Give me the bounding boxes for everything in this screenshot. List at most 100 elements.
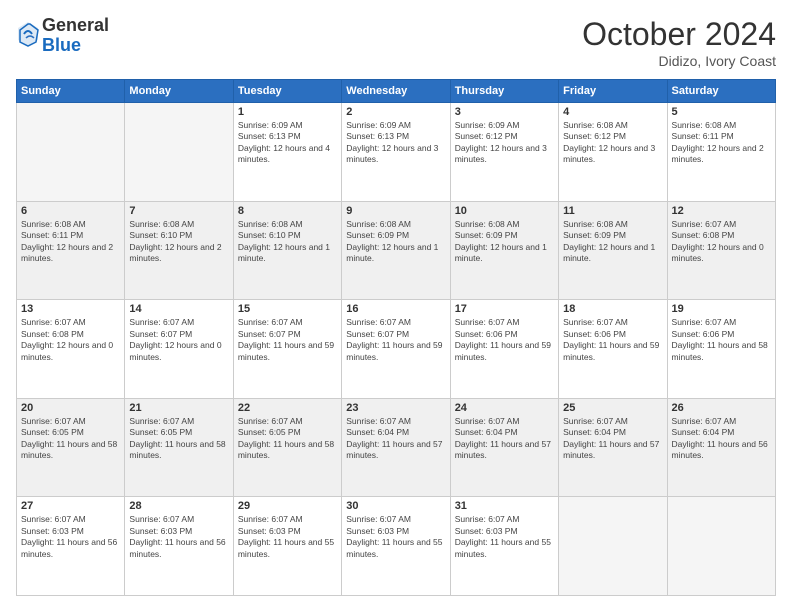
table-row: 31Sunrise: 6:07 AM Sunset: 6:03 PM Dayli… (450, 497, 558, 596)
day-number: 25 (563, 402, 662, 414)
day-detail: Sunrise: 6:08 AM Sunset: 6:12 PM Dayligh… (563, 120, 662, 166)
day-number: 26 (672, 402, 771, 414)
day-detail: Sunrise: 6:07 AM Sunset: 6:06 PM Dayligh… (672, 317, 771, 363)
col-sunday: Sunday (17, 80, 125, 103)
calendar-week-row: 1 Sunrise: 6:09 AM Sunset: 6:13 PM Daylig… (17, 103, 776, 202)
day-number: 16 (346, 303, 445, 315)
day-number: 3 (455, 106, 554, 118)
day-number: 30 (346, 500, 445, 512)
day-number: 20 (21, 402, 120, 414)
day-number: 10 (455, 205, 554, 217)
table-row: 7 Sunrise: 6:08 AM Sunset: 6:10 PM Daylig… (125, 201, 233, 300)
col-saturday: Saturday (667, 80, 775, 103)
day-detail: Sunrise: 6:07 AM Sunset: 6:06 PM Dayligh… (563, 317, 662, 363)
day-detail: Sunrise: 6:07 AM Sunset: 6:05 PM Dayligh… (129, 416, 228, 462)
day-detail: Sunrise: 6:07 AM Sunset: 6:04 PM Dayligh… (563, 416, 662, 462)
page-header: General Blue October 2024 Didizo, Ivory … (16, 16, 776, 69)
table-row: 22 Sunrise: 6:07 AM Sunset: 6:05 PM Dayli… (233, 398, 341, 497)
table-row (125, 103, 233, 202)
day-detail: Sunrise: 6:07 AM Sunset: 6:05 PM Dayligh… (21, 416, 120, 462)
calendar-week-row: 27 Sunrise: 6:07 AM Sunset: 6:03 PM Dayli… (17, 497, 776, 596)
day-number: 31 (455, 500, 554, 512)
day-number: 1 (238, 106, 337, 118)
day-number: 11 (563, 205, 662, 217)
day-number: 2 (346, 106, 445, 118)
calendar-week-row: 20 Sunrise: 6:07 AM Sunset: 6:05 PM Dayli… (17, 398, 776, 497)
day-detail: Sunrise: 6:07 AM Sunset: 6:03 PM Dayligh… (346, 514, 445, 560)
table-row: 21 Sunrise: 6:07 AM Sunset: 6:05 PM Dayli… (125, 398, 233, 497)
day-number: 17 (455, 303, 554, 315)
day-number: 14 (129, 303, 228, 315)
day-detail: Sunrise: 6:07 AM Sunset: 6:05 PM Dayligh… (238, 416, 337, 462)
day-number: 28 (129, 500, 228, 512)
day-number: 29 (238, 500, 337, 512)
table-row: 30 Sunrise: 6:07 AM Sunset: 6:03 PM Dayli… (342, 497, 450, 596)
table-row (17, 103, 125, 202)
day-detail: Sunrise: 6:08 AM Sunset: 6:10 PM Dayligh… (129, 219, 228, 265)
day-detail: Sunrise: 6:08 AM Sunset: 6:09 PM Dayligh… (346, 219, 445, 265)
table-row: 9Sunrise: 6:08 AM Sunset: 6:09 PM Daylig… (342, 201, 450, 300)
day-detail: Sunrise: 6:07 AM Sunset: 6:04 PM Dayligh… (672, 416, 771, 462)
table-row: 12Sunrise: 6:07 AM Sunset: 6:08 PM Dayli… (667, 201, 775, 300)
day-number: 21 (129, 402, 228, 414)
table-row: 26 Sunrise: 6:07 AM Sunset: 6:04 PM Dayli… (667, 398, 775, 497)
calendar-week-row: 6Sunrise: 6:08 AM Sunset: 6:11 PM Daylig… (17, 201, 776, 300)
table-row: 18Sunrise: 6:07 AM Sunset: 6:06 PM Dayli… (559, 300, 667, 399)
day-detail: Sunrise: 6:07 AM Sunset: 6:07 PM Dayligh… (238, 317, 337, 363)
day-detail: Sunrise: 6:08 AM Sunset: 6:10 PM Dayligh… (238, 219, 337, 265)
day-detail: Sunrise: 6:07 AM Sunset: 6:08 PM Dayligh… (21, 317, 120, 363)
location-subtitle: Didizo, Ivory Coast (582, 53, 776, 69)
table-row: 14 Sunrise: 6:07 AM Sunset: 6:07 PM Dayli… (125, 300, 233, 399)
day-detail: Sunrise: 6:07 AM Sunset: 6:03 PM Dayligh… (129, 514, 228, 560)
day-number: 24 (455, 402, 554, 414)
table-row: 5 Sunrise: 6:08 AM Sunset: 6:11 PM Daylig… (667, 103, 775, 202)
day-detail: Sunrise: 6:09 AM Sunset: 6:13 PM Dayligh… (238, 120, 337, 166)
table-row: 28 Sunrise: 6:07 AM Sunset: 6:03 PM Dayli… (125, 497, 233, 596)
table-row: 29 Sunrise: 6:07 AM Sunset: 6:03 PM Dayli… (233, 497, 341, 596)
calendar-table: Sunday Monday Tuesday Wednesday Thursday… (16, 79, 776, 596)
table-row: 6Sunrise: 6:08 AM Sunset: 6:11 PM Daylig… (17, 201, 125, 300)
day-detail: Sunrise: 6:08 AM Sunset: 6:09 PM Dayligh… (455, 219, 554, 265)
table-row: 1 Sunrise: 6:09 AM Sunset: 6:13 PM Daylig… (233, 103, 341, 202)
logo-general-text: General (42, 16, 109, 36)
day-detail: Sunrise: 6:07 AM Sunset: 6:07 PM Dayligh… (129, 317, 228, 363)
day-number: 23 (346, 402, 445, 414)
day-detail: Sunrise: 6:09 AM Sunset: 6:13 PM Dayligh… (346, 120, 445, 166)
table-row: 13Sunrise: 6:07 AM Sunset: 6:08 PM Dayli… (17, 300, 125, 399)
month-title: October 2024 (582, 16, 776, 53)
logo-icon (16, 20, 40, 48)
table-row: 15 Sunrise: 6:07 AM Sunset: 6:07 PM Dayli… (233, 300, 341, 399)
table-row: 20 Sunrise: 6:07 AM Sunset: 6:05 PM Dayli… (17, 398, 125, 497)
table-row: 17 Sunrise: 6:07 AM Sunset: 6:06 PM Dayli… (450, 300, 558, 399)
day-detail: Sunrise: 6:07 AM Sunset: 6:03 PM Dayligh… (238, 514, 337, 560)
table-row (667, 497, 775, 596)
table-row: 4Sunrise: 6:08 AM Sunset: 6:12 PM Daylig… (559, 103, 667, 202)
day-number: 27 (21, 500, 120, 512)
day-detail: Sunrise: 6:08 AM Sunset: 6:11 PM Dayligh… (672, 120, 771, 166)
day-detail: Sunrise: 6:09 AM Sunset: 6:12 PM Dayligh… (455, 120, 554, 166)
day-number: 6 (21, 205, 120, 217)
day-detail: Sunrise: 6:07 AM Sunset: 6:07 PM Dayligh… (346, 317, 445, 363)
day-number: 15 (238, 303, 337, 315)
title-area: October 2024 Didizo, Ivory Coast (582, 16, 776, 69)
col-tuesday: Tuesday (233, 80, 341, 103)
table-row: 2 Sunrise: 6:09 AM Sunset: 6:13 PM Daylig… (342, 103, 450, 202)
table-row: 27 Sunrise: 6:07 AM Sunset: 6:03 PM Dayli… (17, 497, 125, 596)
col-thursday: Thursday (450, 80, 558, 103)
day-detail: Sunrise: 6:08 AM Sunset: 6:09 PM Dayligh… (563, 219, 662, 265)
logo: General Blue (16, 16, 109, 56)
day-number: 5 (672, 106, 771, 118)
day-number: 22 (238, 402, 337, 414)
day-detail: Sunrise: 6:07 AM Sunset: 6:03 PM Dayligh… (21, 514, 120, 560)
table-row: 8Sunrise: 6:08 AM Sunset: 6:10 PM Daylig… (233, 201, 341, 300)
day-detail: Sunrise: 6:07 AM Sunset: 6:06 PM Dayligh… (455, 317, 554, 363)
day-detail: Sunrise: 6:07 AM Sunset: 6:08 PM Dayligh… (672, 219, 771, 265)
table-row: 16 Sunrise: 6:07 AM Sunset: 6:07 PM Dayli… (342, 300, 450, 399)
table-row: 3 Sunrise: 6:09 AM Sunset: 6:12 PM Daylig… (450, 103, 558, 202)
col-wednesday: Wednesday (342, 80, 450, 103)
table-row (559, 497, 667, 596)
day-number: 7 (129, 205, 228, 217)
calendar-week-row: 13Sunrise: 6:07 AM Sunset: 6:08 PM Dayli… (17, 300, 776, 399)
table-row: 23 Sunrise: 6:07 AM Sunset: 6:04 PM Dayli… (342, 398, 450, 497)
day-detail: Sunrise: 6:07 AM Sunset: 6:04 PM Dayligh… (346, 416, 445, 462)
